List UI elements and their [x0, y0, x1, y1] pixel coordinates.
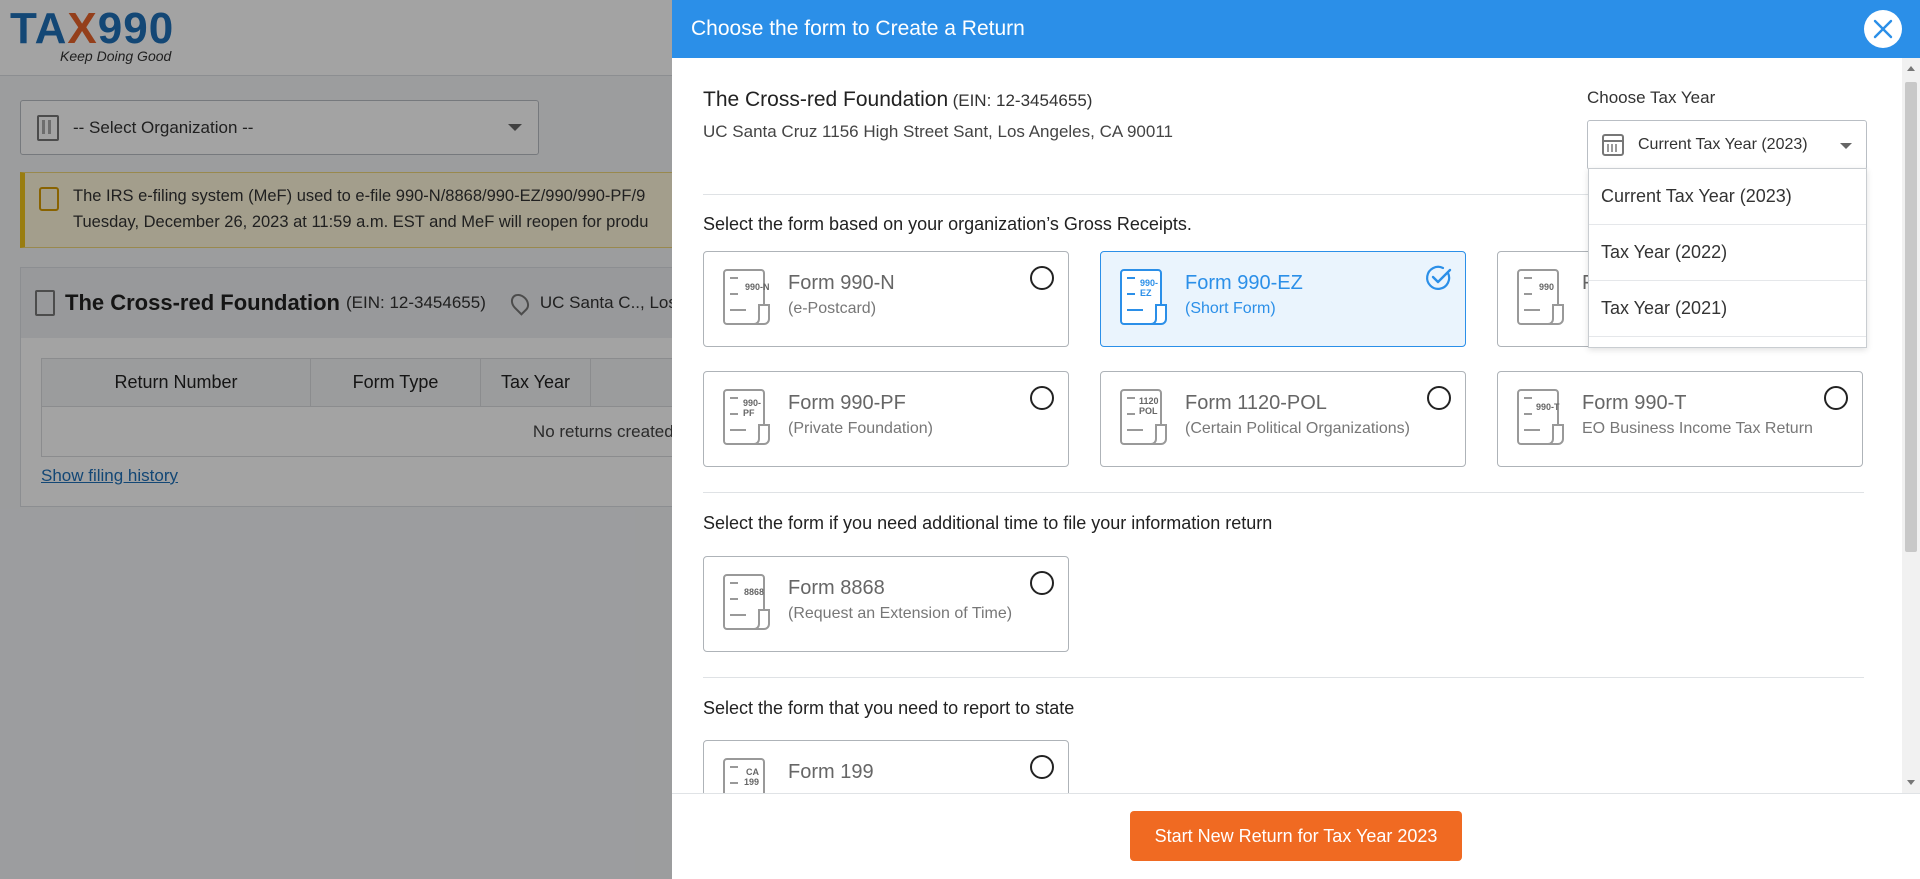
svg-text:8868: 8868 [744, 587, 764, 597]
modal-organization-name: The Cross-red Foundation [703, 88, 949, 111]
svg-text:CA: CA [746, 767, 759, 777]
form-subtitle: (e-Postcard) [788, 300, 877, 317]
divider [703, 492, 1864, 493]
form-title: Form 1120-POL [1185, 392, 1327, 414]
modal-footer: Start New Return for Tax Year 2023 [672, 793, 1920, 879]
form-card-1120pol[interactable]: 1120 POL Form 1120-POL (Certain Politica… [1100, 371, 1466, 467]
modal-organization-ein: (EIN: 12-3454655) [952, 91, 1093, 110]
check-circle-icon [1426, 265, 1452, 290]
form-radio[interactable] [1030, 266, 1054, 290]
modal-title: Choose the form to Create a Return [691, 17, 1025, 40]
modal-scrollbar[interactable] [1902, 58, 1920, 793]
form-title: Form 990-N [788, 272, 895, 294]
form-card-8868[interactable]: 8868 Form 8868 (Request an Extension of … [703, 556, 1069, 652]
form-radio[interactable] [1030, 755, 1054, 779]
form-radio[interactable] [1427, 386, 1451, 410]
form-document-icon: 1120 POL [1120, 389, 1167, 445]
create-return-modal: Choose the form to Create a Return The C… [672, 0, 1920, 879]
form-document-icon: CA 199 [723, 758, 765, 793]
close-button[interactable] [1864, 10, 1902, 48]
calendar-icon [1602, 134, 1624, 156]
scroll-down-icon[interactable] [1907, 780, 1915, 785]
form-radio[interactable] [1030, 571, 1054, 595]
modal-header: Choose the form to Create a Return [672, 0, 1920, 58]
svg-text:PF: PF [743, 408, 755, 418]
form-radio[interactable] [1030, 386, 1054, 410]
form-document-icon: 990- PF [723, 389, 770, 445]
form-subtitle: EO Business Income Tax Return [1582, 420, 1813, 437]
form-title: Form 990-PF [788, 392, 906, 414]
form-title: Form 990-T [1582, 392, 1687, 414]
form-document-icon: 990- EZ [1120, 269, 1167, 325]
form-document-icon: 990-T [1517, 389, 1564, 445]
form-card-990t[interactable]: 990-T Form 990-T EO Business Income Tax … [1497, 371, 1863, 467]
modal-body: The Cross-red Foundation (EIN: 12-345465… [672, 58, 1902, 793]
tax-year-label: Choose Tax Year [1587, 88, 1716, 107]
form-document-icon: 8868 [723, 574, 770, 630]
chevron-down-icon [1840, 143, 1852, 149]
svg-text:990-T: 990-T [1536, 402, 1560, 412]
modal-organization-address: UC Santa Cruz 1156 High Street Sant, Los… [703, 122, 1173, 141]
form-subtitle: (Private Foundation) [788, 420, 933, 437]
scroll-up-icon[interactable] [1907, 66, 1915, 71]
form-title: Form 8868 [788, 577, 885, 599]
svg-text:EZ: EZ [1140, 288, 1152, 298]
section-state: Select the form that you need to report … [703, 698, 1075, 718]
tax-year-dropdown: Current Tax Year (2023) Tax Year (2022) … [1588, 168, 1867, 348]
modal-organization-info: The Cross-red Foundation (EIN: 12-345465… [703, 88, 1173, 142]
form-card-990ez[interactable]: 990- EZ Form 990-EZ (Short Form) [1100, 251, 1466, 347]
form-card-199[interactable]: CA 199 Form 199 [703, 740, 1069, 793]
svg-text:199: 199 [744, 777, 759, 787]
tax-year-select[interactable]: Current Tax Year (2023) [1587, 120, 1867, 170]
svg-text:POL: POL [1139, 406, 1158, 416]
section-extension: Select the form if you need additional t… [703, 513, 1273, 533]
svg-text:990: 990 [1539, 282, 1554, 292]
tax-year-option-2021[interactable]: Tax Year (2021) [1589, 281, 1866, 337]
svg-text:990-: 990- [743, 398, 761, 408]
form-title: Form 990-EZ [1185, 272, 1303, 294]
svg-text:1120: 1120 [1139, 396, 1159, 406]
form-card-990n[interactable]: 990-N Form 990-N (e-Postcard) [703, 251, 1069, 347]
tax-year-option-2022[interactable]: Tax Year (2022) [1589, 225, 1866, 281]
form-subtitle: (Short Form) [1185, 300, 1276, 317]
tax-year-option-2023[interactable]: Current Tax Year (2023) [1589, 169, 1866, 225]
svg-text:990-N: 990-N [745, 282, 770, 292]
form-document-icon: 990 [1517, 269, 1564, 325]
form-document-icon: 990-N [723, 269, 770, 325]
divider [703, 677, 1864, 678]
form-radio[interactable] [1824, 386, 1848, 410]
form-subtitle: (Certain Political Organizations) [1185, 420, 1410, 437]
tax-year-select-value: Current Tax Year (2023) [1638, 136, 1808, 153]
close-icon [1873, 19, 1893, 39]
scrollbar-thumb[interactable] [1905, 82, 1917, 552]
section-gross-receipts: Select the form based on your organizati… [703, 214, 1192, 234]
start-new-return-button[interactable]: Start New Return for Tax Year 2023 [1130, 811, 1462, 861]
form-card-990pf[interactable]: 990- PF Form 990-PF (Private Foundation) [703, 371, 1069, 467]
svg-text:990-: 990- [1140, 278, 1158, 288]
form-subtitle: (Request an Extension of Time) [788, 605, 1013, 622]
form-title: Form 199 [788, 761, 874, 783]
